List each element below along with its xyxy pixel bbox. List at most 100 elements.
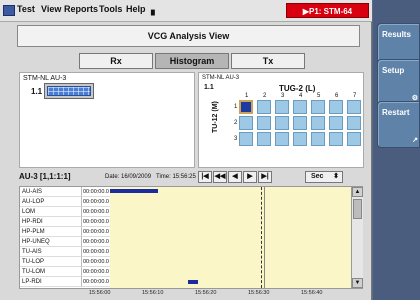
event-bar-lp-rdi xyxy=(188,280,198,284)
event-bar-au-ais xyxy=(110,189,158,193)
tab-histogram[interactable]: Histogram xyxy=(155,53,229,69)
axis-tick: 15:56:40 xyxy=(301,290,323,296)
tu-cell[interactable] xyxy=(329,116,343,130)
alarm-duration: 00:00:00.0 xyxy=(81,237,110,247)
alarm-label: AU-AIS xyxy=(20,187,81,197)
menu-reports[interactable]: Reports xyxy=(64,4,98,14)
alarm-label: AU-LOP xyxy=(20,197,81,207)
alarm-duration: 00:00:00.0 xyxy=(81,267,110,277)
spinner-icon: ⬍ xyxy=(333,173,339,180)
tu-cell[interactable] xyxy=(239,132,253,146)
alarm-duration: 00:00:00.0 xyxy=(81,257,110,267)
alarm-label: HP-UNEQ xyxy=(20,237,81,247)
tu-cell[interactable] xyxy=(239,100,253,114)
tu-cell[interactable] xyxy=(275,116,289,130)
alarm-label-column: AU-AIS AU-LOP LOM HP-RDI HP-PLM HP-UNEQ TU-AIS… xyxy=(20,187,81,288)
tu-cell[interactable] xyxy=(293,132,307,146)
tu-cell[interactable] xyxy=(293,100,307,114)
first-button[interactable]: |◀ xyxy=(198,171,212,183)
restart-sub-icon: ↗ xyxy=(412,137,418,144)
au-channel-label: AU-3 [1,1:1:1] xyxy=(19,172,71,181)
au-index: 1.1 xyxy=(204,84,214,91)
tu-cell[interactable] xyxy=(311,132,325,146)
au-3-block[interactable] xyxy=(44,83,94,99)
menu-test[interactable]: Test xyxy=(17,4,35,14)
tu-cell[interactable] xyxy=(347,100,361,114)
menu-help[interactable]: Help xyxy=(126,4,146,14)
tug-map-panel: STM-NL AU-3 1.1 TUG-2 (L) TU-12 (M) 1 2 3 4… xyxy=(198,72,364,168)
cursor-icon: ▖ xyxy=(151,5,159,16)
tug-column-number: 2 xyxy=(263,93,267,99)
menu-bar: Test View Reports Tools Help ▖ ▶P1: STM-… xyxy=(0,0,372,22)
alarm-timeline: AU-AIS AU-LOP LOM HP-RDI HP-PLM HP-UNEQ TU-AIS… xyxy=(19,186,363,289)
alarm-label: TU-LOM xyxy=(20,267,81,277)
timeline-cursor[interactable] xyxy=(261,187,262,288)
tu-cell[interactable] xyxy=(275,132,289,146)
axis-tick: 15:56:20 xyxy=(195,290,217,296)
tu-cell[interactable] xyxy=(311,100,325,114)
tu-cell[interactable] xyxy=(311,116,325,130)
tu-cell[interactable] xyxy=(257,100,271,114)
timeline-chart[interactable] xyxy=(110,187,351,288)
tu-cell[interactable] xyxy=(257,132,271,146)
tu-row-number: 2 xyxy=(234,120,238,126)
alarm-duration: 00:00:00.0 xyxy=(81,197,110,207)
rewind-button[interactable]: ◀◀ xyxy=(213,171,227,183)
tug-column-number: 6 xyxy=(335,93,339,99)
last-button[interactable]: ▶| xyxy=(258,171,272,183)
panel-title: STM-NL AU-3 xyxy=(202,75,240,81)
tab-tx[interactable]: Tx xyxy=(231,53,305,69)
tu-row-number: 1 xyxy=(234,104,238,110)
tu-cell[interactable] xyxy=(239,116,253,130)
menu-tools[interactable]: Tools xyxy=(99,4,122,14)
timeline-marker xyxy=(264,187,265,288)
tu-cell[interactable] xyxy=(329,132,343,146)
side-action-bar: Results - R Setup ⚙ Restart ↗ xyxy=(373,0,420,300)
date-label: Date: 16/09/2009 xyxy=(105,174,152,180)
setup-button[interactable]: Setup ⚙ xyxy=(377,59,420,106)
tu-cell[interactable] xyxy=(347,116,361,130)
panel-title: STM-NL AU-3 xyxy=(23,75,67,82)
alarm-duration: 00:00:00.0 xyxy=(81,217,110,227)
scroll-up-icon[interactable]: ▲ xyxy=(352,187,363,197)
time-axis: 15:56:00 15:56:10 15:56:20 15:56:30 15:5… xyxy=(89,289,349,300)
restart-button[interactable]: Restart ↗ xyxy=(377,101,420,148)
tu-axis-label: TU-12 (M) xyxy=(212,101,219,133)
port-status-badge[interactable]: ▶P1: STM-64 xyxy=(286,3,369,18)
alarm-duration: 00:00:00.0 xyxy=(81,227,110,237)
axis-tick: 15:56:30 xyxy=(248,290,270,296)
interval-select[interactable]: Sec ⬍ xyxy=(305,171,343,183)
tu-cell[interactable] xyxy=(347,132,361,146)
alarm-time-column: 00:00:00.0 00:00:00.0 00:00:00.0 00:00:00.0… xyxy=(81,187,110,288)
tab-rx[interactable]: Rx xyxy=(79,53,153,69)
page-title: VCG Analysis View xyxy=(17,25,360,47)
results-label: Results xyxy=(382,30,411,39)
alarm-label: LP-RDI xyxy=(20,277,81,287)
axis-tick: 15:56:10 xyxy=(142,290,164,296)
histogram-toolbar: AU-3 [1,1:1:1] Date: 16/09/2009 Time: 15… xyxy=(17,171,360,185)
time-label: Time: 15:56:25 xyxy=(156,174,196,180)
tu-cell[interactable] xyxy=(257,116,271,130)
menu-view[interactable]: View xyxy=(41,4,61,14)
tu-cell[interactable] xyxy=(293,116,307,130)
tu-cell[interactable] xyxy=(329,100,343,114)
vertical-scrollbar[interactable]: ▲ ▼ xyxy=(351,187,363,288)
next-button[interactable]: ▶ xyxy=(243,171,257,183)
scroll-thumb[interactable] xyxy=(353,199,362,219)
alarm-label: HP-PLM xyxy=(20,227,81,237)
tu-row-number: 3 xyxy=(234,136,238,142)
alarm-duration: 00:00:00.0 xyxy=(81,247,110,257)
prev-button[interactable]: ◀ xyxy=(228,171,242,183)
alarm-label: HP-RDI xyxy=(20,217,81,227)
tug-column-number: 7 xyxy=(353,93,357,99)
tug-column-number: 5 xyxy=(317,93,321,99)
main-window: Test View Reports Tools Help ▖ ▶P1: STM-… xyxy=(0,0,372,300)
scroll-down-icon[interactable]: ▼ xyxy=(352,278,363,288)
au-index: 1.1 xyxy=(31,87,43,96)
au-grid xyxy=(47,86,91,96)
app-icon xyxy=(3,5,15,16)
tug-column-number: 1 xyxy=(245,93,249,99)
tu-cell[interactable] xyxy=(275,100,289,114)
alarm-label: TU-LOP xyxy=(20,257,81,267)
alarm-label: TU-AIS xyxy=(20,247,81,257)
